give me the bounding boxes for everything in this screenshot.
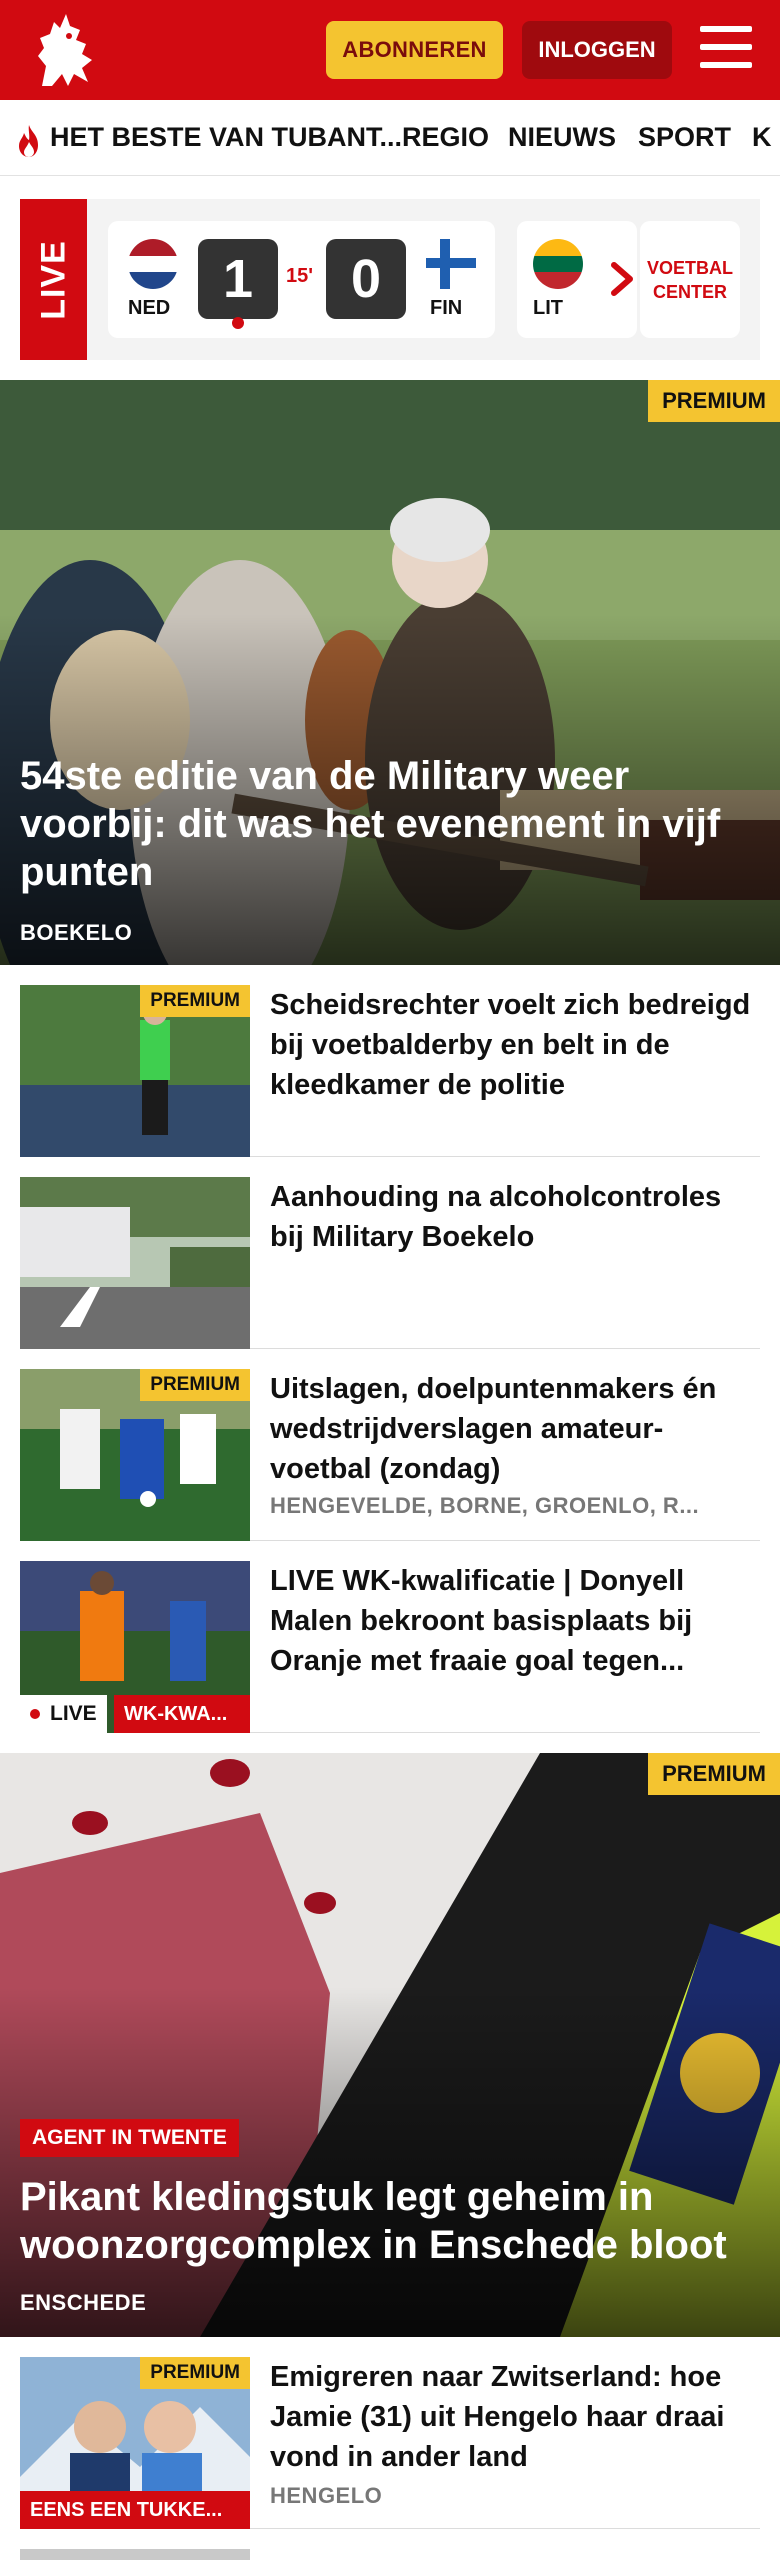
away-team-code: FIN (430, 297, 463, 319)
list-item[interactable]: LIVE WK-KWA... LIVE WK-kwalificatie | Do… (20, 1561, 760, 1733)
home-team-code: NED (128, 297, 171, 319)
article-title[interactable]: Emigreren naar Zwitserland: hoe Jamie (3… (270, 2357, 760, 2477)
hamburger-menu-icon[interactable] (700, 24, 752, 70)
subscribe-button[interactable]: ABONNEREN (326, 21, 503, 79)
article-thumbnail: PREMIUM EENS EEN TUKKE... (20, 2357, 250, 2529)
article-title[interactable]: Aanhouding na alcoholcontroles bij Milit… (270, 1177, 760, 1257)
goal-indicator-icon (232, 317, 244, 329)
article-title[interactable]: Scheidsrechter voelt zich bedreigd bij v… (270, 985, 760, 1105)
article-thumbnail (20, 2549, 250, 2560)
premium-badge: PREMIUM (648, 1753, 780, 1795)
category-tag: AGENT IN TWENTE (20, 2119, 239, 2157)
article-title[interactable]: LIVE WK-kwalificatie | Donyell Malen bek… (270, 1561, 760, 1681)
list-item[interactable]: Aanhouding na alcoholcontroles bij Milit… (20, 1177, 760, 1349)
section-nav: HET BESTE VAN TUBANT... REGIO NIEUWS SPO… (0, 100, 780, 176)
hero-location: BOEKELO (20, 920, 133, 945)
hero-gradient-overlay (0, 1986, 780, 2337)
flame-icon (19, 125, 38, 157)
premium-badge: PREMIUM (648, 380, 780, 422)
premium-badge: PREMIUM (140, 985, 250, 1017)
nav-item-nieuws[interactable]: NIEUWS (508, 122, 616, 153)
match-card[interactable]: NED 1 15' 0 FIN (108, 221, 495, 338)
list-item[interactable]: PREMIUM Uitslagen, doelpuntenmakers én w… (20, 1369, 760, 1541)
article-thumbnail: PREMIUM (20, 985, 250, 1157)
live-scores-strip: LIVE NED 1 15' 0 FIN LIT VOETBAL CENTER (20, 199, 760, 360)
nav-item-het-beste-van-tubantia[interactable]: HET BESTE VAN TUBANT... (50, 122, 402, 153)
premium-badge: PREMIUM (140, 2357, 250, 2389)
away-score: 0 (326, 239, 406, 319)
tubantia-horse-logo-icon[interactable] (22, 8, 106, 92)
premium-badge: PREMIUM (140, 1369, 250, 1401)
nav-item-more[interactable]: K (752, 122, 772, 153)
article-thumbnail (20, 1177, 250, 1349)
home-score: 1 (198, 239, 278, 319)
article-location: HENGELO (270, 2483, 383, 2508)
category-tag: EENS EEN TUKKE... (20, 2491, 250, 2529)
article-thumbnail: LIVE WK-KWA... (20, 1561, 250, 1733)
article-thumbnail: PREMIUM (20, 1369, 250, 1541)
lithuania-flag-icon (533, 239, 583, 289)
list-item[interactable]: PREMIUM EENS EEN TUKKE... Emigreren naar… (20, 2357, 760, 2529)
article-location: HENGEVELDE, BORNE, GROENLO, R... (270, 1493, 700, 1518)
chevron-right-icon[interactable] (608, 259, 638, 299)
article-title[interactable]: Uitslagen, doelpuntenmakers én wedstrijd… (270, 1369, 760, 1489)
netherlands-flag-icon (128, 239, 178, 289)
login-button[interactable]: INLOGGEN (522, 21, 672, 79)
live-label: LIVE (20, 1695, 107, 1733)
hero-article-military[interactable]: PREMIUM 54ste editie van de Military wee… (0, 380, 780, 965)
nav-item-sport[interactable]: SPORT (638, 122, 731, 153)
nav-item-regio[interactable]: REGIO (402, 122, 489, 153)
hero-article-agent-in-twente[interactable]: PREMIUM AGENT IN TWENTE Pikant kledingst… (0, 1753, 780, 2337)
list-item-partial[interactable] (20, 2549, 760, 2560)
hero-location: ENSCHEDE (20, 2290, 147, 2315)
list-item[interactable]: PREMIUM Scheidsrechter voelt zich bedrei… (20, 985, 760, 1157)
hero-title[interactable]: 54ste editie van de Military weer voorbi… (20, 752, 740, 896)
next-team-code: LIT (533, 297, 563, 319)
category-tag: WK-KWA... (114, 1695, 250, 1733)
match-minute: 15' (286, 265, 314, 287)
top-header: ABONNEREN INLOGGEN (0, 0, 780, 100)
hero-title[interactable]: Pikant kledingstuk legt geheim in woonzo… (20, 2173, 740, 2269)
live-badge: LIVE (20, 199, 87, 360)
live-dot-icon (30, 1709, 40, 1719)
finland-flag-icon (426, 239, 476, 289)
voetbal-center-link[interactable]: VOETBAL CENTER (640, 221, 740, 338)
